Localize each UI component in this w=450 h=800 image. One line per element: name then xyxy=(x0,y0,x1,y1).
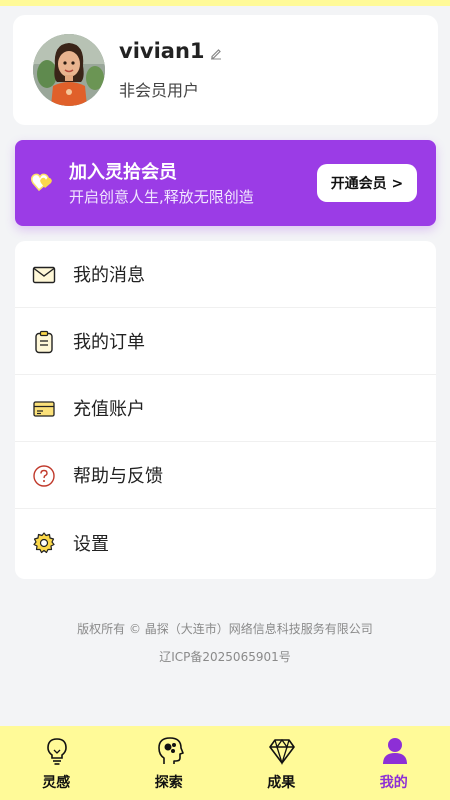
vip-subtitle: 开启创意人生,释放无限创造 xyxy=(69,188,254,206)
menu-item-settings[interactable]: 设置 xyxy=(15,509,436,576)
head-explore-icon xyxy=(155,736,185,766)
avatar[interactable] xyxy=(33,34,105,106)
card-icon xyxy=(32,397,56,421)
menu-item-messages[interactable]: 我的消息 xyxy=(15,241,436,308)
menu-item-orders[interactable]: 我的订单 xyxy=(15,308,436,375)
menu-item-label: 设置 xyxy=(73,533,109,555)
heart-gem-icon xyxy=(30,170,57,194)
bottom-nav: 灵感 探索 成果 我的 xyxy=(0,726,450,800)
copyright-text: 版权所有 © 晶探（大连市）网络信息科技服务有限公司 xyxy=(77,622,373,636)
help-icon xyxy=(32,464,56,488)
gear-icon xyxy=(32,531,56,555)
menu-list: 我的消息 我的订单 充值账户 帮助与反馈 设置 xyxy=(15,241,436,579)
member-status: 非会员用户 xyxy=(119,81,200,100)
menu-item-label: 我的消息 xyxy=(73,265,145,286)
open-membership-button[interactable]: 开通会员 > xyxy=(317,164,417,202)
icp-number[interactable]: 辽ICP备2025065901号 xyxy=(0,648,450,665)
menu-item-recharge[interactable]: 充值账户 xyxy=(15,375,436,442)
vip-banner[interactable]: 加入灵拾会员 开启创意人生,释放无限创造 开通会员 > xyxy=(15,140,436,226)
tab-label: 成果 xyxy=(267,775,296,791)
top-strip xyxy=(0,0,450,6)
tab-inspiration[interactable]: 灵感 xyxy=(0,726,113,800)
edit-icon[interactable] xyxy=(209,45,223,60)
menu-item-help[interactable]: 帮助与反馈 xyxy=(15,442,436,509)
lightbulb-icon xyxy=(42,736,72,766)
order-clipboard-icon xyxy=(32,330,56,354)
menu-item-label: 帮助与反馈 xyxy=(73,466,163,487)
tab-label: 我的 xyxy=(379,775,408,791)
tab-mine[interactable]: 我的 xyxy=(338,726,450,800)
profile-card: vivian1 非会员用户 xyxy=(13,15,438,125)
vip-title: 加入灵拾会员 xyxy=(69,162,177,183)
username: vivian1 xyxy=(119,39,205,63)
tab-label: 灵感 xyxy=(42,775,71,791)
mail-icon xyxy=(32,263,56,287)
diamond-icon xyxy=(267,736,297,766)
menu-item-label: 充值账户 xyxy=(73,399,145,420)
user-icon xyxy=(380,736,410,766)
tab-label: 探索 xyxy=(154,775,183,791)
menu-item-label: 我的订单 xyxy=(73,332,145,353)
tab-explore[interactable]: 探索 xyxy=(113,726,226,800)
tab-results[interactable]: 成果 xyxy=(225,726,338,800)
